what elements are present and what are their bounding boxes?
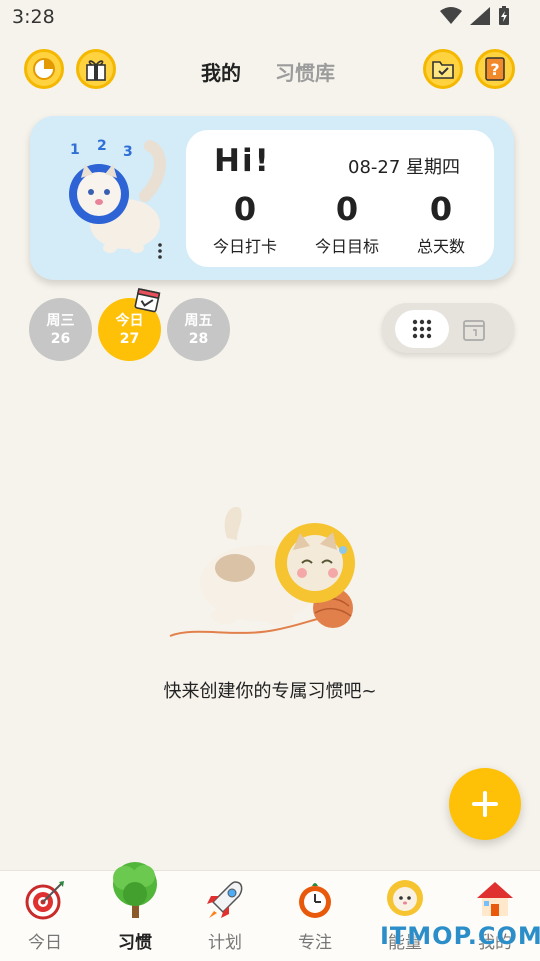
- signal-icon: [470, 7, 490, 25]
- plus-icon: [472, 791, 498, 817]
- add-habit-button[interactable]: [449, 768, 521, 840]
- watermark: ITMOP.COM: [380, 922, 540, 950]
- calendar-icon: [463, 320, 485, 341]
- status-time: 3:28: [12, 6, 55, 28]
- tree-icon: [113, 862, 157, 918]
- nav-label-focus: 专注: [298, 933, 332, 953]
- stat-goals-today-label: 今日目标: [314, 237, 379, 256]
- nav-item-habits[interactable]: 习惯: [90, 862, 180, 960]
- wifi-icon: [440, 7, 462, 24]
- empty-state-message: 快来创建你的专属习惯吧~: [163, 681, 377, 702]
- day-chip-date: 28: [188, 330, 209, 347]
- gift-button[interactable]: [76, 49, 116, 89]
- grid-view-button[interactable]: [395, 310, 449, 348]
- stat-total-days-label: 总天数: [416, 237, 465, 256]
- stat-checkins-today-label: 今日打卡: [212, 237, 277, 256]
- lion-cat-icon: [387, 880, 423, 916]
- badge-number-3: 3: [123, 144, 133, 160]
- gift-icon: [86, 60, 106, 81]
- nav-label-plan: 计划: [208, 933, 242, 953]
- cat-avatar[interactable]: 1 2 3: [55, 136, 170, 261]
- house-icon: [477, 882, 513, 916]
- tab-mine[interactable]: 我的: [201, 57, 241, 86]
- empty-state-illustration: [165, 498, 380, 646]
- day-chip-date: 27: [119, 330, 140, 347]
- calendar-check-icon: [134, 286, 161, 313]
- stat-total-days-value: 0: [429, 190, 453, 228]
- calendar-view-button[interactable]: [462, 318, 486, 342]
- battery-icon: [499, 6, 509, 25]
- nav-label-today: 今日: [28, 933, 62, 953]
- day-chip-wed[interactable]: 周三 26: [29, 298, 92, 361]
- day-chip-name: 周三: [46, 312, 75, 329]
- current-date: 08-27 星期四: [348, 157, 461, 178]
- help-button[interactable]: ?: [475, 49, 515, 89]
- svg-text:?: ?: [490, 60, 499, 79]
- rocket-icon: [207, 881, 243, 918]
- nav-label-habits: 习惯: [118, 933, 152, 953]
- target-icon: [25, 881, 64, 920]
- status-icons: [440, 6, 510, 26]
- greeting: Hi!: [214, 143, 271, 179]
- stat-goals-today-value: 0: [335, 190, 359, 228]
- grid-dots-icon: [412, 319, 432, 339]
- pie-chart-button[interactable]: [24, 49, 64, 89]
- alarm-clock-icon: [299, 883, 331, 918]
- badge-number-2: 2: [97, 138, 107, 154]
- nav-item-plan[interactable]: 计划: [180, 870, 270, 960]
- more-options-icon[interactable]: [157, 243, 163, 259]
- pie-chart-icon: [33, 58, 55, 80]
- day-chip-fri[interactable]: 周五 28: [167, 298, 230, 361]
- day-chip-name: 今日: [115, 312, 144, 329]
- nav-item-focus[interactable]: 专注: [270, 870, 360, 960]
- day-chip-name: 周五: [184, 312, 213, 329]
- tab-habit-library[interactable]: 习惯库: [275, 57, 335, 86]
- day-chip-date: 26: [50, 330, 71, 347]
- badge-number-1: 1: [70, 142, 80, 158]
- folder-check-icon: [432, 61, 454, 79]
- stat-checkins-today-value: 0: [233, 190, 257, 228]
- help-icon: ?: [485, 57, 505, 81]
- folder-check-button[interactable]: [423, 49, 463, 89]
- nav-item-today[interactable]: 今日: [0, 870, 90, 960]
